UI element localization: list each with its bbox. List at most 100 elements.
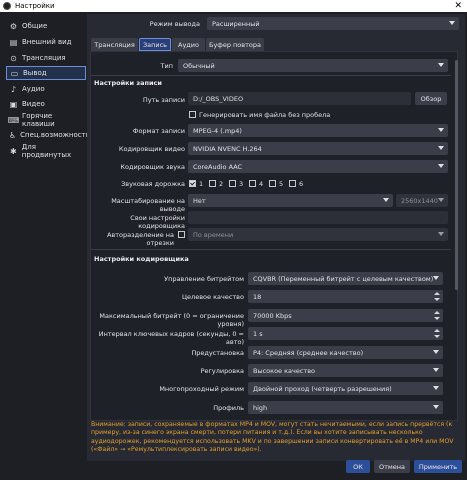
type-select[interactable]: Обычный xyxy=(178,59,448,72)
spin-up-icon[interactable] xyxy=(434,292,440,295)
audio-tracks-label: Звуковая дорожка xyxy=(121,180,185,188)
rescale-select[interactable]: Нет xyxy=(188,194,393,207)
audio-encoder-label: Кодировщик звука xyxy=(120,163,185,171)
tab-recording[interactable]: Запись xyxy=(139,38,171,51)
output-mode-select[interactable]: Расширенный xyxy=(207,17,459,30)
multipass-select[interactable]: Двойной проход (четверть разрешения) xyxy=(248,382,443,395)
sidebar-item-general[interactable]: ⚙ Общие xyxy=(6,19,86,33)
max-bitrate-value: 70000 Kbps xyxy=(253,311,292,320)
cancel-button[interactable]: Отмена xyxy=(374,460,410,473)
split-mode-select[interactable]: По времени xyxy=(188,228,448,241)
sidebar-item-output[interactable]: ▭ Вывод xyxy=(6,66,86,80)
tab-audio[interactable]: Аудио xyxy=(172,38,205,51)
divider xyxy=(91,75,451,76)
tuning-value: Высокое качество xyxy=(253,366,316,375)
keyframe-interval-value: 1 s xyxy=(253,329,263,338)
chevron-down-icon xyxy=(438,63,444,67)
keyframe-interval-spinbox[interactable]: 1 s xyxy=(248,327,443,340)
sidebar-item-advanced[interactable]: ✱ Для продвинутых xyxy=(6,143,86,159)
browse-button[interactable]: Обзор xyxy=(415,92,447,105)
record-format-value: MPEG-4 (.mp4) xyxy=(193,126,242,135)
max-bitrate-label: Максимальный битрейт (0 = ограничение ур… xyxy=(99,312,244,328)
type-label: Тип xyxy=(160,62,173,70)
output-mode-value: Расширенный xyxy=(212,19,260,28)
chevron-down-icon xyxy=(383,198,389,202)
apply-button[interactable]: Применить xyxy=(414,460,462,473)
audio-track-4-label: 4 xyxy=(259,180,264,188)
close-icon[interactable]: ✕ xyxy=(454,1,462,11)
sidebar-item-accessibility[interactable]: ♿ Спец.возможности xyxy=(6,128,90,142)
recording-section-title: Настройки записи xyxy=(94,79,162,87)
chevron-down-icon xyxy=(433,350,439,354)
chevron-down-icon xyxy=(438,164,444,168)
audio-encoder-select[interactable]: CoreAudio AAC xyxy=(188,160,448,173)
audio-track-2-checkbox[interactable] xyxy=(209,180,216,187)
audio-track-5-label: 5 xyxy=(279,180,284,188)
sidebar-item-appearance[interactable]: ▤ Внешний вид xyxy=(6,35,86,49)
chevron-down-icon xyxy=(433,386,439,390)
rate-control-select[interactable]: CQVBR (Переменный битрейт с целевым каче… xyxy=(248,272,443,285)
sidebar-item-video[interactable]: ▣ Видео xyxy=(6,97,86,111)
output-mode-label: Режим вывода xyxy=(149,20,200,28)
sidebar-item-label: Горячие клавиши xyxy=(22,112,55,128)
record-format-label: Формат записи xyxy=(132,127,185,135)
chevron-down-icon xyxy=(438,146,444,150)
spin-up-icon[interactable] xyxy=(434,311,440,314)
stream-icon: ⊙ xyxy=(10,53,17,63)
record-format-select[interactable]: MPEG-4 (.mp4) xyxy=(188,124,448,137)
record-path-input[interactable]: D:/_OBS_VIDEO xyxy=(188,92,411,105)
audio-track-5-checkbox[interactable] xyxy=(269,180,276,187)
spin-down-icon[interactable] xyxy=(434,335,440,338)
window-title: Настройки xyxy=(15,2,55,10)
sidebar-item-stream[interactable]: ⊙ Трансляция xyxy=(6,51,86,65)
max-bitrate-spinbox[interactable]: 70000 Kbps xyxy=(248,309,443,322)
sidebar-item-label: Видео xyxy=(22,100,45,108)
keyboard-icon: ⌨ xyxy=(7,115,20,125)
audio-track-3-checkbox[interactable] xyxy=(229,180,236,187)
advanced-icon: ✱ xyxy=(10,146,17,156)
spin-up-icon[interactable] xyxy=(434,329,440,332)
spin-down-icon[interactable] xyxy=(434,298,440,301)
chevron-down-icon xyxy=(433,276,439,280)
rescale-resolution-select[interactable]: 2560x1440 xyxy=(396,194,448,207)
custom-encoder-input[interactable] xyxy=(188,211,448,224)
sidebar-item-label: Аудио xyxy=(22,85,45,93)
spin-down-icon[interactable] xyxy=(434,317,440,320)
sidebar-item-label: Вывод xyxy=(23,69,47,77)
audio-icon: ♪ xyxy=(10,84,17,94)
audio-track-1-checkbox[interactable] xyxy=(189,180,196,187)
rate-control-label: Управление битрейтом xyxy=(164,275,244,283)
target-quality-spinbox[interactable]: 18 xyxy=(248,290,443,303)
split-checkbox[interactable] xyxy=(178,231,185,238)
preset-select[interactable]: P4: Средняя (среднее качество) xyxy=(248,346,443,359)
video-encoder-value: NVIDIA NVENC H.264 xyxy=(193,144,262,153)
tab-stream[interactable]: Трансляция xyxy=(91,38,138,51)
audio-track-6-checkbox[interactable] xyxy=(289,180,296,187)
tuning-select[interactable]: Высокое качество xyxy=(248,364,443,377)
video-encoder-select[interactable]: NVIDIA NVENC H.264 xyxy=(188,142,448,155)
no-space-filename-checkbox[interactable] xyxy=(189,111,196,118)
target-quality-label: Целевое качество xyxy=(182,293,244,301)
appearance-icon: ▤ xyxy=(9,37,18,47)
settings-sidebar: ⚙ Общие ▤ Внешний вид ⊙ Трансляция ▭ Выв… xyxy=(3,14,90,461)
audio-track-6-label: 6 xyxy=(299,180,304,188)
sidebar-item-label: Для продвинутых xyxy=(21,143,72,159)
sidebar-item-label: Спец.возможности xyxy=(20,131,91,139)
no-space-filename-label: Генерировать имя файла без пробела xyxy=(199,111,331,119)
gear-icon: ⚙ xyxy=(9,21,18,31)
profile-select[interactable]: high xyxy=(248,401,443,414)
audio-track-4-checkbox[interactable] xyxy=(249,180,256,187)
profile-label: Профиль xyxy=(213,404,244,412)
audio-track-3-label: 3 xyxy=(239,180,244,188)
divider xyxy=(91,249,451,250)
sidebar-item-audio[interactable]: ♪ Аудио xyxy=(6,82,86,96)
profile-value: high xyxy=(253,403,268,412)
scrollbar-thumb[interactable] xyxy=(455,60,458,290)
sidebar-item-hotkeys[interactable]: ⌨ Горячие клавиши xyxy=(6,112,86,128)
ok-button[interactable]: ОК xyxy=(346,460,370,473)
target-quality-value: 18 xyxy=(253,292,262,301)
obs-logo-icon xyxy=(3,2,11,10)
rescale-label: Масштабирование на выводе xyxy=(111,197,185,213)
split-mode-value: По времени xyxy=(193,230,234,239)
tab-replay-buffer[interactable]: Буфер повтора xyxy=(206,38,264,51)
